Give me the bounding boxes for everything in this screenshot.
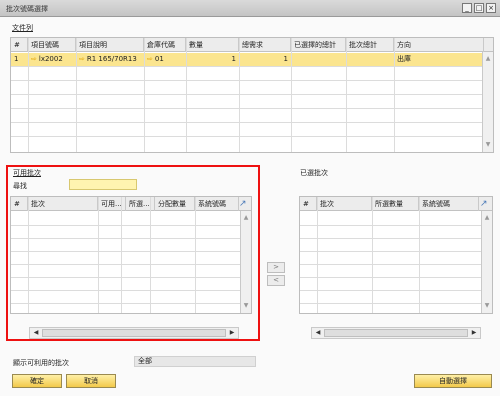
row-divider bbox=[11, 136, 493, 137]
col-divider bbox=[394, 38, 395, 152]
highlight-box bbox=[6, 165, 260, 341]
link-arrow-icon[interactable]: ⇨ bbox=[79, 53, 85, 66]
col-divider bbox=[76, 38, 77, 152]
scroll-left-icon[interactable]: ◀ bbox=[313, 328, 323, 338]
row-divider bbox=[300, 225, 492, 226]
col-header-batch-total[interactable]: 批次總計 bbox=[346, 38, 394, 52]
maximize-button[interactable]: □ bbox=[474, 3, 484, 13]
documents-section-label[interactable]: 文件列 bbox=[12, 23, 33, 33]
col-header-direction[interactable]: 方向 bbox=[394, 38, 484, 52]
window-title: 批次號碼選擇 bbox=[6, 5, 48, 13]
col-divider bbox=[346, 38, 347, 152]
row-total-needed: 1 bbox=[283, 55, 288, 63]
minimize-button[interactable]: _ bbox=[462, 3, 472, 13]
col-header-total-needed[interactable]: 總需求 bbox=[239, 38, 291, 52]
show-batches-label: 顯示可利用的批次 bbox=[13, 359, 69, 367]
scroll-up-icon[interactable]: ▲ bbox=[482, 213, 492, 223]
row-warehouse: 01 bbox=[154, 55, 164, 63]
row-divider bbox=[11, 94, 493, 95]
scroll-down-icon[interactable]: ▼ bbox=[482, 301, 492, 311]
col-header-system-no[interactable]: 系統號碼 bbox=[419, 197, 479, 211]
expand-icon[interactable]: ↗ bbox=[480, 199, 488, 209]
row-divider bbox=[300, 277, 492, 278]
selected-hscroll[interactable]: ◀ ▶ bbox=[311, 327, 481, 339]
col-divider bbox=[144, 38, 145, 152]
documents-header-row: # 項目號碼 項目說明 倉庫代碼 數量 總需求 已選擇的總計 批次總計 方向 bbox=[11, 38, 493, 52]
close-button[interactable]: × bbox=[486, 3, 496, 13]
documents-vscroll[interactable]: ▲ ▼ bbox=[482, 52, 493, 152]
selected-vscroll[interactable]: ▲ ▼ bbox=[481, 211, 492, 313]
row-divider bbox=[11, 122, 493, 123]
row-item-no-cell[interactable]: ⇨ lx2002 bbox=[28, 53, 76, 66]
row-item-desc-cell[interactable]: ⇨ R1 165/70R13 bbox=[76, 53, 144, 66]
row-divider bbox=[300, 238, 492, 239]
hscroll-thumb[interactable] bbox=[324, 329, 468, 337]
col-header-num[interactable]: # bbox=[300, 197, 317, 211]
scroll-down-icon[interactable]: ▼ bbox=[483, 140, 493, 150]
row-divider bbox=[300, 303, 492, 304]
row-divider bbox=[11, 80, 493, 81]
auto-select-button[interactable]: 自動選擇 bbox=[414, 374, 492, 388]
row-divider bbox=[300, 290, 492, 291]
scroll-up-icon[interactable]: ▲ bbox=[483, 54, 493, 64]
col-divider bbox=[291, 38, 292, 152]
row-selected-total bbox=[291, 53, 346, 66]
add-batch-button[interactable]: > bbox=[267, 262, 285, 273]
link-arrow-icon[interactable]: ⇨ bbox=[147, 53, 153, 66]
row-item-no: lx2002 bbox=[38, 55, 63, 63]
row-divider bbox=[11, 66, 493, 67]
col-header-qty[interactable]: 數量 bbox=[186, 38, 239, 52]
row-divider bbox=[300, 251, 492, 252]
col-header-batch[interactable]: 批次 bbox=[317, 197, 372, 211]
selected-section-label: 已選批次 bbox=[300, 169, 328, 177]
row-batch-total bbox=[346, 53, 394, 66]
row-divider bbox=[300, 264, 492, 265]
remove-batch-button[interactable]: < bbox=[267, 275, 285, 286]
selected-header-row: # 批次 所選數量 系統號碼 bbox=[300, 197, 492, 211]
col-divider bbox=[419, 197, 420, 313]
link-arrow-icon[interactable]: ⇨ bbox=[31, 53, 37, 66]
title-bar: 批次號碼選擇 _ □ × bbox=[0, 0, 500, 17]
col-divider bbox=[186, 38, 187, 152]
col-header-warehouse[interactable]: 倉庫代碼 bbox=[144, 38, 186, 52]
col-header-selected-qty[interactable]: 所選數量 bbox=[372, 197, 419, 211]
cancel-button[interactable]: 取消 bbox=[66, 374, 116, 388]
show-batches-value: 全部 bbox=[134, 356, 256, 367]
document-row[interactable]: 1 ⇨ lx2002 ⇨ R1 165/70R13 ⇨ 01 1 1 出庫 bbox=[11, 53, 493, 66]
selected-grid: # 批次 所選數量 系統號碼 ↗ ▲ ▼ bbox=[299, 196, 493, 314]
row-warehouse-cell[interactable]: ⇨ 01 bbox=[144, 53, 186, 66]
col-divider bbox=[317, 197, 318, 313]
col-header-item-no[interactable]: 項目號碼 bbox=[28, 38, 76, 52]
ok-button[interactable]: 確定 bbox=[12, 374, 62, 388]
col-header-item-desc[interactable]: 項目說明 bbox=[76, 38, 144, 52]
col-divider bbox=[372, 197, 373, 313]
col-header-num[interactable]: # bbox=[11, 38, 28, 52]
row-num: 1 bbox=[14, 55, 19, 63]
col-header-selected-total[interactable]: 已選擇的總計 bbox=[291, 38, 346, 52]
col-divider bbox=[239, 38, 240, 152]
row-direction: 出庫 bbox=[397, 55, 411, 63]
row-item-desc: R1 165/70R13 bbox=[86, 55, 137, 63]
row-qty: 1 bbox=[231, 55, 236, 63]
documents-grid: # 項目號碼 項目說明 倉庫代碼 數量 總需求 已選擇的總計 批次總計 方向 1… bbox=[10, 37, 494, 153]
row-divider bbox=[11, 108, 493, 109]
scroll-right-icon[interactable]: ▶ bbox=[469, 328, 479, 338]
col-divider bbox=[28, 38, 29, 152]
